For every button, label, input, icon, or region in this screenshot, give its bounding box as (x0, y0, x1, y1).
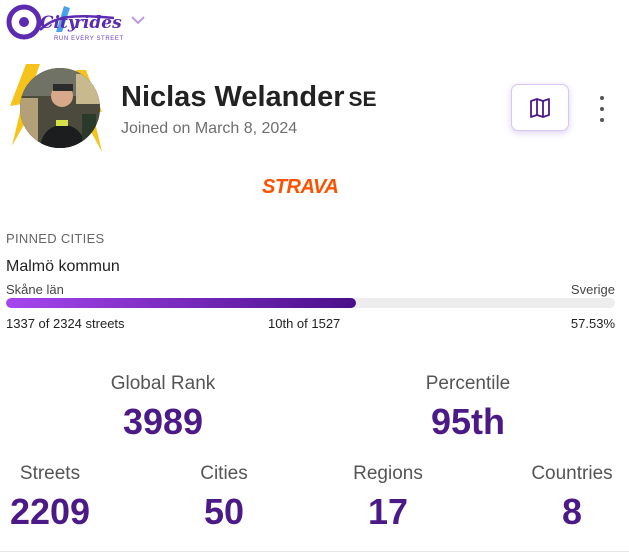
streets-value: 2209 (9, 491, 91, 532)
regions-label: Regions (353, 463, 423, 484)
cities-value: 50 (203, 491, 245, 532)
pinned-cities-heading: PINNED CITIES (6, 231, 105, 246)
chevron-down-icon[interactable] (130, 13, 146, 25)
joined-date: Joined on March 8, 2024 (121, 120, 298, 137)
pinned-city-region: Skåne län (6, 282, 64, 297)
citystrides-logo[interactable]: City rides RUN EVERY STREET (4, 2, 124, 46)
cities-label: Cities (200, 463, 248, 484)
global-rank-label: Global Rank (110, 373, 216, 394)
pinned-city-progress (6, 298, 615, 308)
pinned-city-country: Sverige (570, 282, 615, 297)
pinned-city-percent: 57.53% (570, 316, 615, 331)
svg-text:City: City (40, 13, 79, 33)
strava-logo[interactable]: STRAVA (262, 176, 339, 199)
global-rank-value: 3989 (122, 401, 204, 442)
percentile-label: Percentile (425, 373, 511, 394)
streets-label: Streets (19, 463, 81, 484)
pinned-city-name[interactable]: Malmö kommun (6, 258, 120, 276)
profile-name: Niclas Welander SE (121, 81, 377, 114)
avatar (6, 60, 106, 156)
pinned-city-streets: 1337 of 2324 streets (6, 316, 125, 331)
pinned-city-progress-fill (6, 298, 357, 308)
avatar-photo (20, 68, 100, 148)
svg-text:rides: rides (74, 13, 122, 33)
countries-label: Countries (531, 463, 613, 484)
map-button[interactable] (511, 84, 569, 131)
more-vertical-icon[interactable] (595, 96, 609, 122)
map-icon (530, 97, 550, 118)
regions-value: 17 (367, 491, 409, 532)
country-code: SE (348, 88, 377, 111)
countries-value: 8 (561, 491, 583, 532)
profile-name-text: Niclas Welander (121, 81, 345, 113)
percentile-value: 95th (430, 401, 506, 442)
pinned-city-rank: 10th of 1527 (268, 316, 341, 331)
bottom-divider (0, 551, 629, 552)
logo-tagline: RUN EVERY STREET (54, 36, 124, 42)
